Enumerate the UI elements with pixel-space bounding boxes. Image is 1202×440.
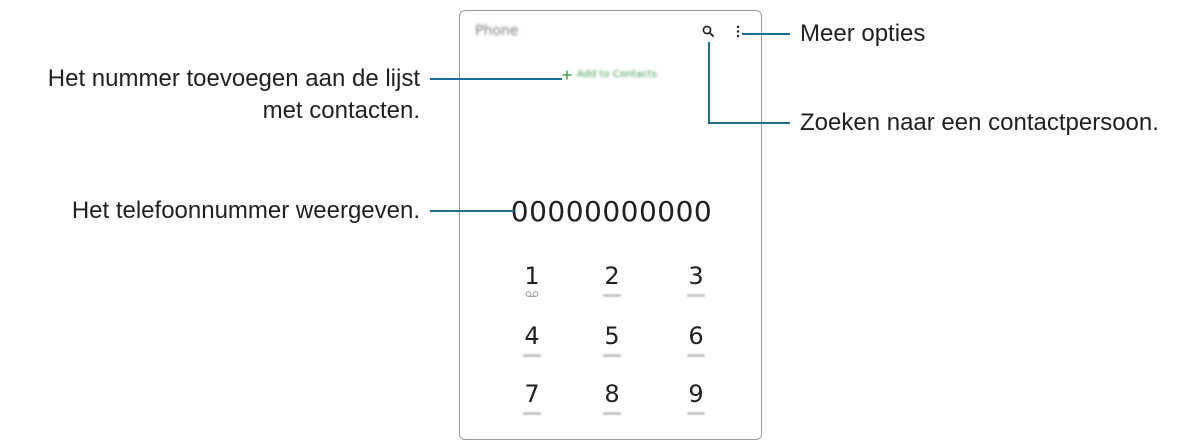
key-3[interactable]: 3 <box>676 263 716 297</box>
key-digit: 7 <box>524 380 540 408</box>
callout-add-to-contacts-line1: Het nummer toevoegen aan de lijst <box>47 65 420 92</box>
key-digit: 6 <box>688 322 704 350</box>
phone-screen: Phone Add to Contacts 00000000000 1 2 3 <box>459 10 762 440</box>
search-icon[interactable] <box>702 25 714 37</box>
key-digit: 4 <box>524 322 540 350</box>
callout-search-contact: Zoeken naar een contactpersoon. <box>800 109 1159 136</box>
key-letters <box>523 354 541 357</box>
key-digit: 9 <box>688 380 704 408</box>
key-8[interactable]: 8 <box>592 381 632 415</box>
app-title: Phone <box>475 23 519 39</box>
key-letters <box>687 294 705 297</box>
key-6[interactable]: 6 <box>676 323 716 357</box>
key-letters <box>687 354 705 357</box>
key-1[interactable]: 1 <box>512 263 552 298</box>
add-to-contacts-button[interactable]: Add to Contacts <box>562 69 657 80</box>
voicemail-icon <box>525 291 539 297</box>
key-digit: 3 <box>688 262 704 290</box>
key-letters <box>523 412 541 415</box>
callout-show-number: Het telefoonnummer weergeven. <box>71 197 420 224</box>
key-2[interactable]: 2 <box>592 263 632 297</box>
key-letters <box>603 294 621 297</box>
key-letters <box>603 412 621 415</box>
callout-add-to-contacts-line2: met contacten. <box>262 97 420 124</box>
callout-more-options: Meer opties <box>800 20 926 47</box>
key-digit: 2 <box>604 262 620 290</box>
key-digit: 8 <box>604 380 620 408</box>
key-letters <box>603 354 621 357</box>
key-letters <box>687 412 705 415</box>
key-7[interactable]: 7 <box>512 381 552 415</box>
phone-number-display: 00000000000 <box>510 195 713 228</box>
key-4[interactable]: 4 <box>512 323 552 357</box>
plus-icon <box>562 70 572 79</box>
key-digit: 5 <box>604 322 620 350</box>
key-5[interactable]: 5 <box>592 323 632 357</box>
more-options-icon[interactable] <box>735 25 741 39</box>
key-9[interactable]: 9 <box>676 381 716 415</box>
add-to-contacts-label: Add to Contacts <box>577 69 657 80</box>
key-digit: 1 <box>524 262 540 290</box>
